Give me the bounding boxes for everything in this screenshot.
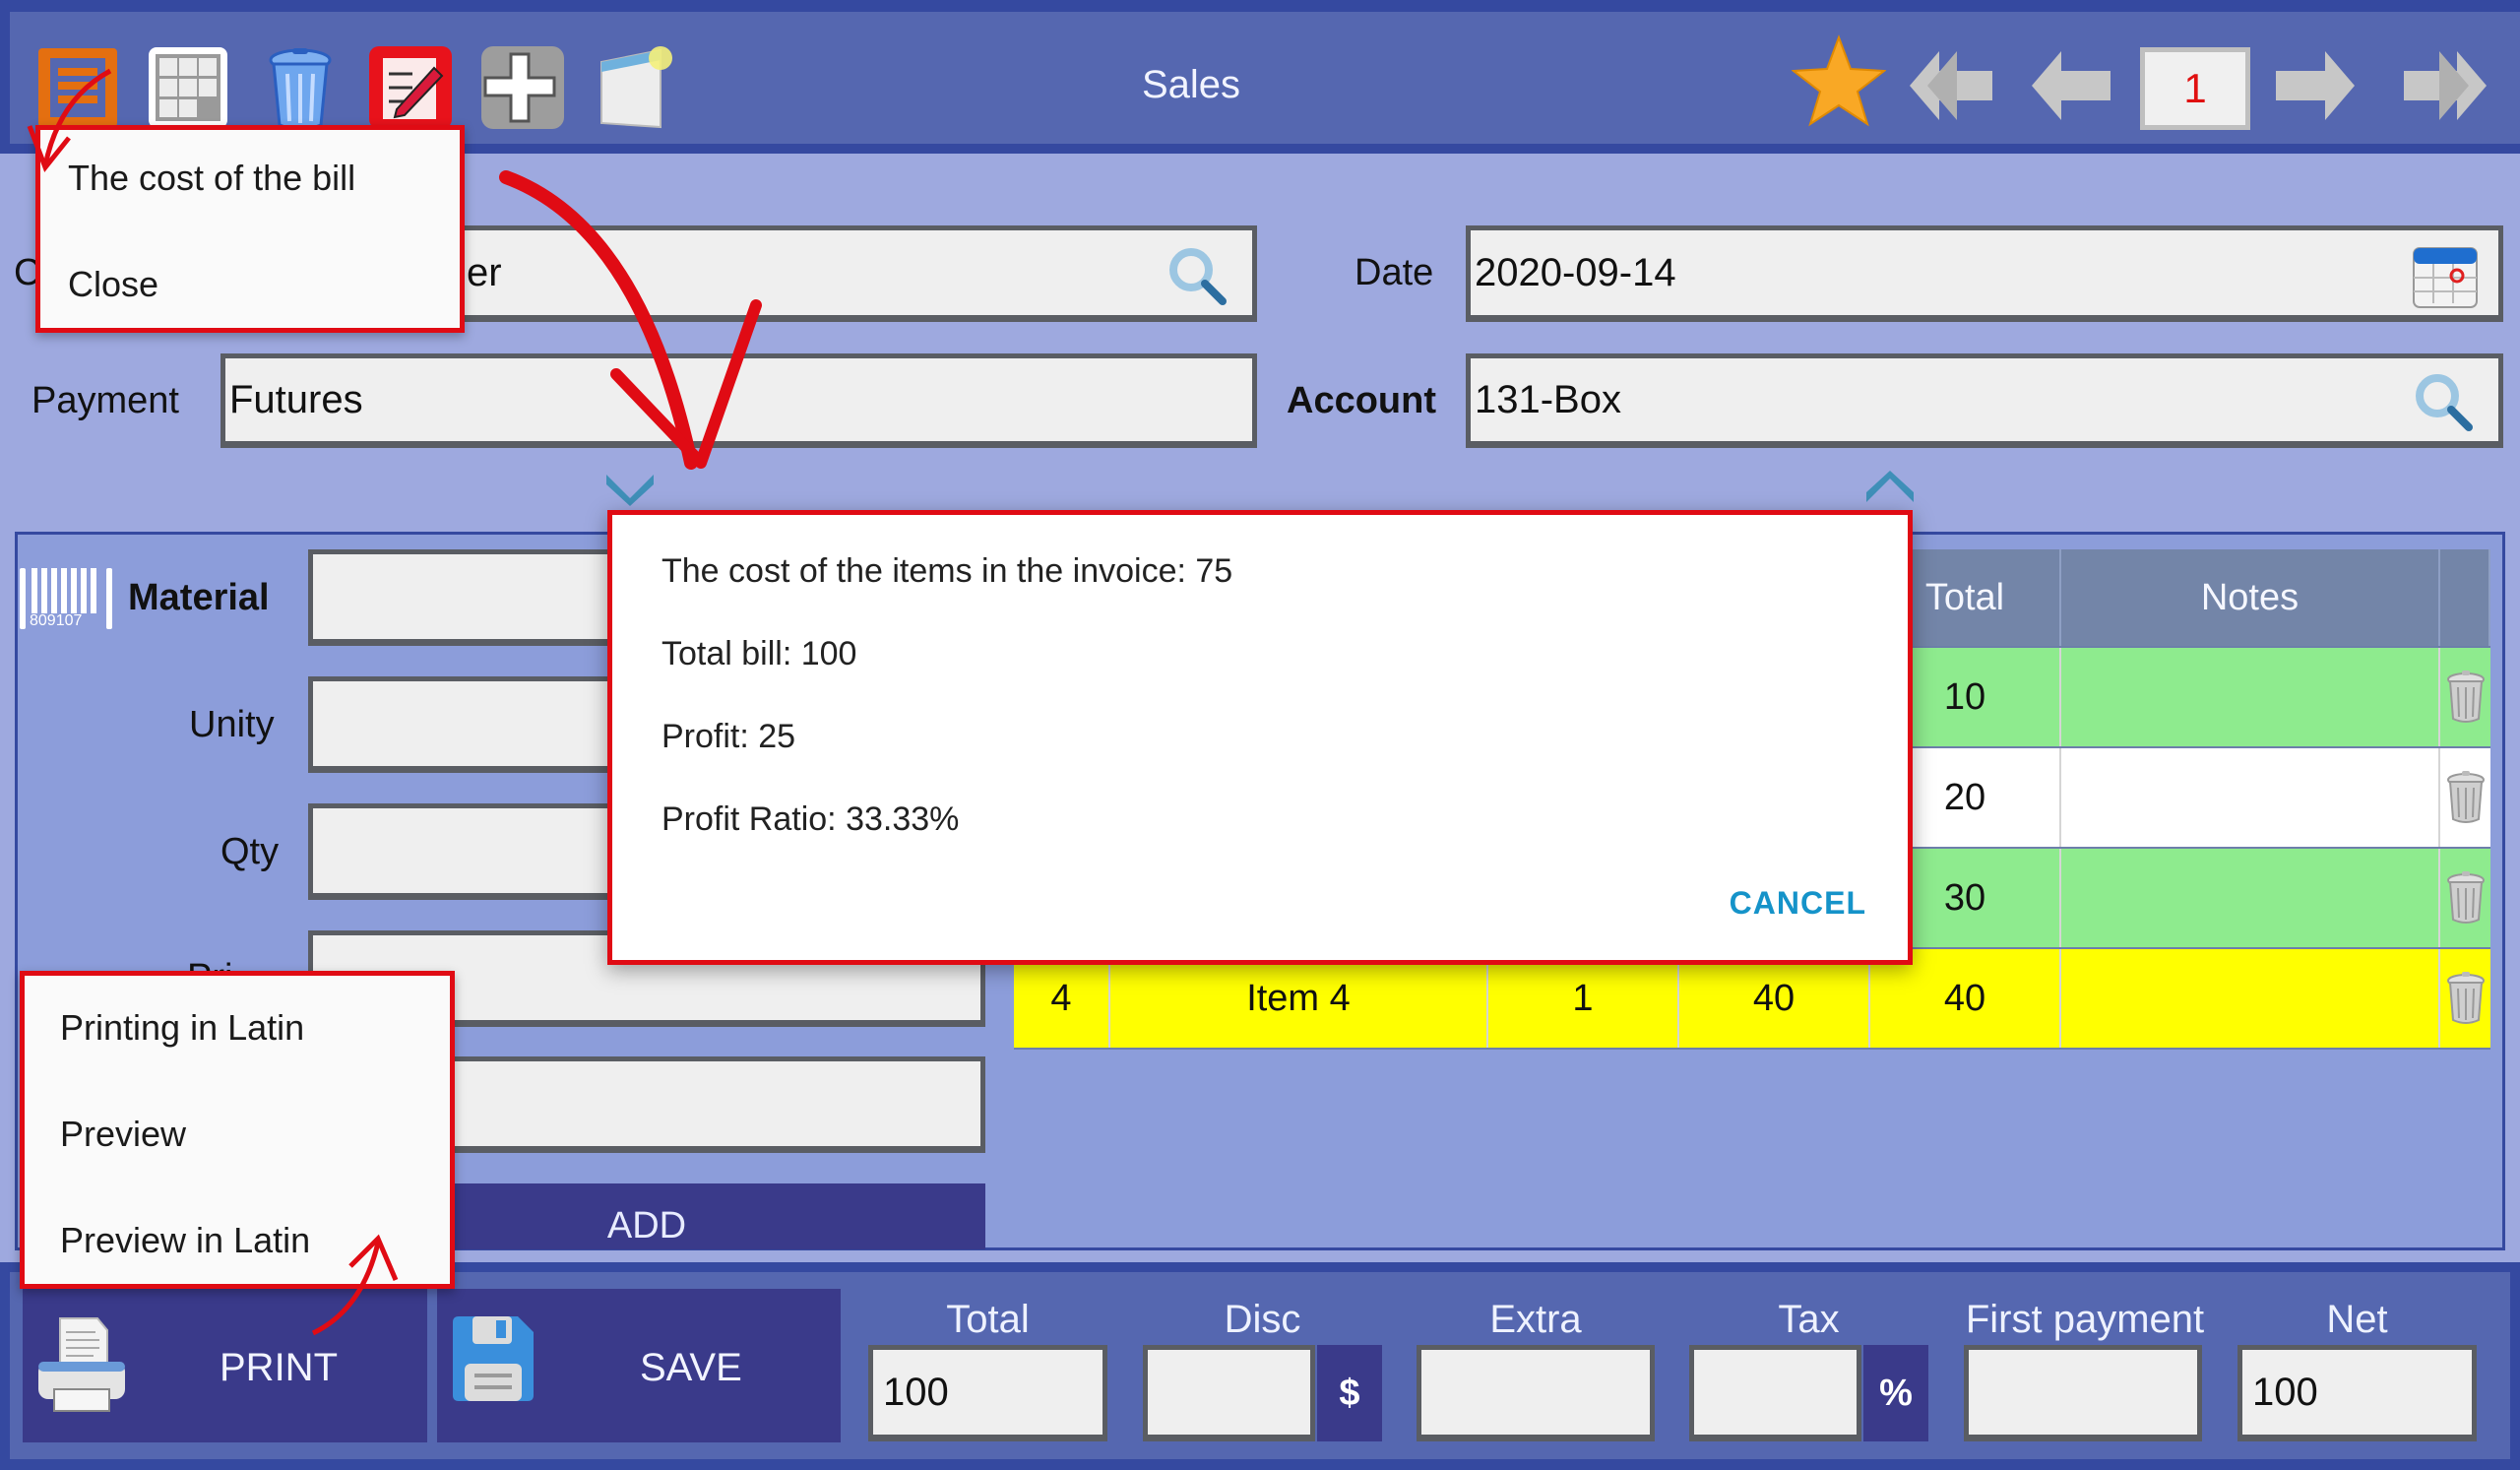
calendar-icon[interactable] [2410, 240, 2481, 311]
net-value: 100 [2252, 1370, 2318, 1414]
dialog-total-line: Total bill: 100 [662, 635, 857, 672]
disc-field[interactable] [1143, 1345, 1315, 1441]
cell-notes[interactable] [2061, 949, 2440, 1048]
previous-page-icon[interactable] [2028, 51, 2116, 120]
date-label: Date [1354, 252, 1434, 293]
material-label: Material [128, 577, 270, 618]
tax-label: Tax [1778, 1298, 1840, 1341]
menu-item-printing-in-latin[interactable]: Printing in Latin [60, 1007, 304, 1049]
account-field[interactable]: 131-Box [1466, 353, 2503, 448]
first-payment-field[interactable] [1964, 1345, 2202, 1441]
payment-field[interactable]: Futures [220, 353, 1257, 448]
menu-item-preview-in-latin[interactable]: Preview in Latin [60, 1220, 310, 1261]
cell-notes[interactable] [2061, 648, 2440, 746]
delete-row-icon[interactable] [2440, 748, 2490, 847]
tax-unit-toggle[interactable]: % [1863, 1345, 1928, 1441]
barcode-number: 809107 [30, 612, 83, 629]
grid-icon[interactable] [144, 43, 232, 132]
total-value: 100 [883, 1370, 949, 1414]
net-field[interactable]: 100 [2237, 1345, 2477, 1441]
edit-icon[interactable] [366, 43, 455, 132]
account-label: Account [1287, 380, 1436, 421]
chevron-down-icon[interactable] [602, 469, 658, 508]
window-icon[interactable] [591, 43, 679, 132]
menu-item-preview[interactable]: Preview [60, 1114, 186, 1155]
cancel-button[interactable]: CANCEL [1730, 885, 1866, 922]
payment-value: Futures [229, 377, 363, 421]
next-page-icon[interactable] [2270, 51, 2359, 120]
add-icon[interactable] [478, 43, 567, 132]
print-menu: Printing in Latin Preview Preview in Lat… [20, 971, 455, 1289]
cell-notes[interactable] [2061, 748, 2440, 847]
trash-icon[interactable] [256, 43, 345, 132]
date-value: 2020-09-14 [1475, 250, 1676, 294]
star-icon[interactable] [1791, 33, 1887, 128]
options-menu: The cost of the bill Close [35, 125, 465, 333]
page-title: Sales [1141, 63, 1241, 106]
dialog-ratio-line: Profit Ratio: 33.33% [662, 800, 960, 838]
qty-label: Qty [220, 831, 280, 872]
search-icon[interactable] [1166, 244, 1228, 307]
menu-item-cost-of-bill[interactable]: The cost of the bill [68, 158, 355, 199]
barcode-icon[interactable]: 809107 [18, 566, 114, 631]
menu-item-close[interactable]: Close [68, 264, 158, 305]
delete-row-icon[interactable] [2440, 949, 2490, 1048]
chevron-up-icon[interactable] [1862, 469, 1918, 508]
unity-label: Unity [189, 704, 275, 745]
save-label: SAVE [640, 1346, 742, 1389]
delete-row-icon[interactable] [2440, 648, 2490, 746]
customer-value: er [467, 250, 502, 294]
extra-field[interactable] [1417, 1345, 1655, 1441]
cost-dialog: The cost of the items in the invoice: 75… [607, 510, 1913, 965]
account-value: 131-Box [1475, 377, 1621, 421]
save-button[interactable]: SAVE [437, 1289, 841, 1442]
payment-label: Payment [32, 380, 179, 421]
last-page-icon[interactable] [2398, 51, 2487, 120]
cell-notes[interactable] [2061, 849, 2440, 947]
save-icon [453, 1316, 534, 1401]
print-button[interactable]: PRINT [23, 1289, 427, 1442]
tax-field[interactable] [1689, 1345, 1861, 1441]
search-icon[interactable] [2412, 370, 2475, 433]
first-page-icon[interactable] [1910, 51, 1998, 120]
net-label: Net [2326, 1298, 2388, 1341]
disc-label: Disc [1224, 1298, 1301, 1341]
toolbar: Sales 1 [10, 12, 2520, 144]
menu-icon[interactable] [33, 43, 122, 132]
page-number[interactable]: 1 [2140, 47, 2250, 130]
dialog-profit-line: Profit: 25 [662, 718, 796, 755]
column-header [2440, 549, 2490, 646]
total-field[interactable]: 100 [868, 1345, 1107, 1441]
delete-row-icon[interactable] [2440, 849, 2490, 947]
printer-icon [38, 1317, 125, 1412]
first-payment-label: First payment [1965, 1298, 2205, 1341]
total-label: Total [946, 1298, 1030, 1341]
column-header-notes[interactable]: Notes [2061, 549, 2440, 646]
disc-unit-toggle[interactable]: $ [1317, 1345, 1382, 1441]
extra-label: Extra [1489, 1298, 1582, 1341]
date-field[interactable]: 2020-09-14 [1466, 225, 2503, 322]
dialog-cost-line: The cost of the items in the invoice: 75 [662, 552, 1233, 590]
print-label: PRINT [220, 1346, 338, 1389]
